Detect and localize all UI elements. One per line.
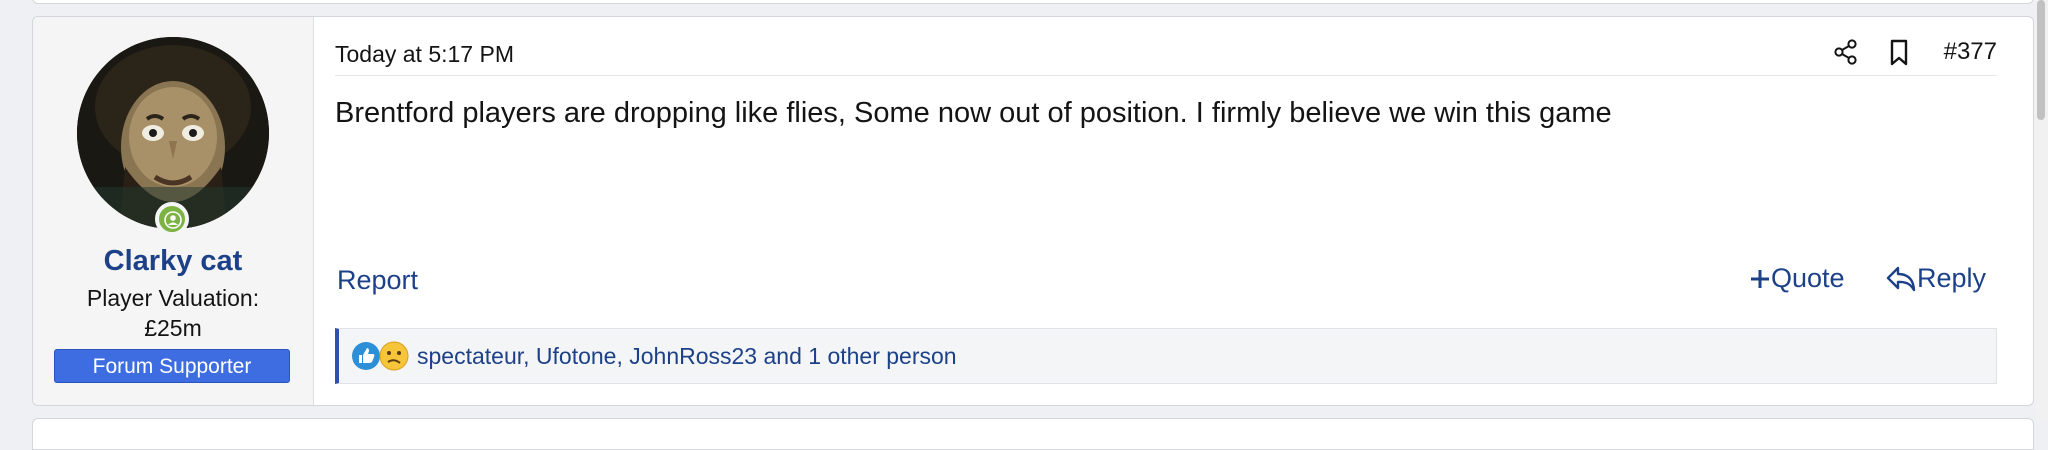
forum-supporter-badge: Forum Supporter <box>54 349 290 383</box>
reactions-bar: spectateur, Ufotone, JohnRoss23 and 1 ot… <box>335 328 1997 384</box>
post-timestamp[interactable]: Today at 5:17 PM <box>335 41 514 68</box>
reply-label: Reply <box>1917 263 1987 293</box>
player-valuation: Player Valuation: £25m <box>33 283 313 343</box>
next-post-edge <box>32 418 2034 450</box>
quote-label: Quote <box>1771 263 1845 293</box>
share-icon[interactable] <box>1831 37 1861 67</box>
plus-icon <box>1751 269 1769 288</box>
username-link[interactable]: Clarky cat <box>33 245 313 278</box>
forum-post: Clarky cat Player Valuation: £25m Forum … <box>32 16 2034 406</box>
like-icon[interactable] <box>351 341 381 371</box>
quote-button[interactable]: Quote <box>1749 263 1845 294</box>
valuation-value: £25m <box>144 315 202 341</box>
post-number-link[interactable]: #377 <box>1944 38 1997 66</box>
reaction-users-list[interactable]: spectateur, Ufotone, JohnRoss23 and 1 ot… <box>417 343 957 370</box>
user-icon <box>164 211 182 229</box>
scrollbar-thumb[interactable] <box>2037 0 2045 120</box>
post-header: Today at 5:17 PM #377 <box>335 37 1997 76</box>
user-avatar[interactable] <box>77 37 269 229</box>
previous-post-edge <box>32 0 2034 4</box>
user-info-panel: Clarky cat Player Valuation: £25m Forum … <box>33 17 314 405</box>
reply-icon <box>1886 266 1916 291</box>
online-status-indicator <box>155 202 189 236</box>
valuation-label: Player Valuation: <box>86 285 260 311</box>
bookmark-icon[interactable] <box>1884 37 1914 67</box>
post-message: Brentford players are dropping like flie… <box>335 97 1612 129</box>
page-scrollbar[interactable] <box>2034 0 2048 422</box>
report-link[interactable]: Report <box>337 265 418 296</box>
reply-button[interactable]: Reply <box>1885 263 1986 294</box>
confused-icon[interactable] <box>379 341 409 371</box>
